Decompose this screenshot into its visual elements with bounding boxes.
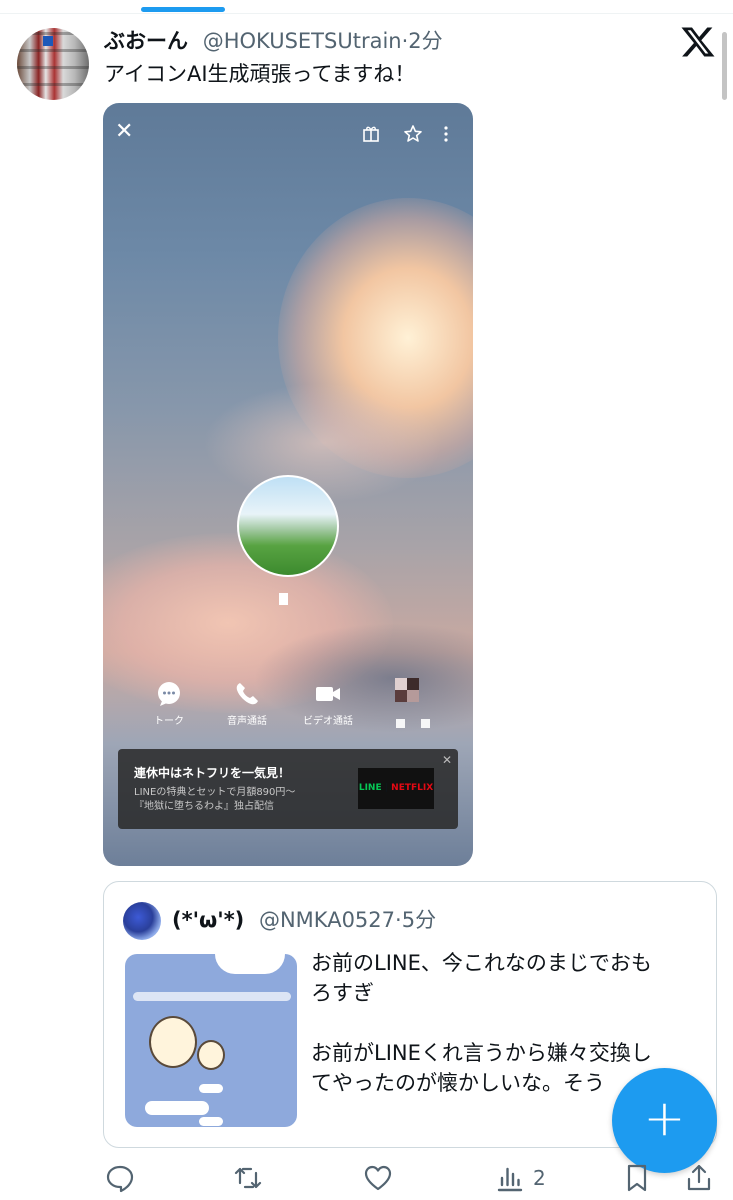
- ad-title: 連休中はネトフリを一気見！: [134, 766, 291, 780]
- quote-time: 5分: [401, 908, 437, 932]
- share-icon: [687, 1164, 711, 1191]
- train-sign: [43, 36, 53, 46]
- action-label: トーク: [154, 716, 184, 727]
- mosaic-label: [396, 719, 405, 728]
- sky-cloud: [203, 383, 443, 503]
- like-button[interactable]: [363, 1163, 393, 1193]
- profile-photo: [237, 475, 339, 577]
- ad-text: 『地獄に堕ちるわよ』独占配信: [134, 801, 274, 812]
- scrollbar[interactable]: [722, 32, 727, 100]
- profile-name-mosaic: [279, 593, 288, 605]
- reply-icon: [106, 1165, 134, 1193]
- talk-action: トーク: [129, 681, 209, 729]
- divider: [0, 13, 733, 14]
- tweet-action-bar: 2: [0, 1155, 733, 1200]
- phone-icon: [236, 683, 258, 705]
- chat-bubble-icon: [158, 682, 180, 706]
- repost-icon: [234, 1167, 262, 1189]
- close-icon: ✕: [115, 119, 134, 144]
- ad-text: LINEの特典とセットで月額890円〜: [134, 787, 296, 798]
- tweet-media-image[interactable]: ✕ トーク 音声通話 ビデオ通話 連休中はネトフリを一気見！ LINEの特典とセ…: [103, 103, 473, 866]
- tweet-author-line: ぶおーん @HOKUSETSUtrain·2分: [104, 26, 443, 56]
- views-button[interactable]: 2: [495, 1163, 546, 1193]
- mosaic-icon: [395, 678, 419, 702]
- views-count: 2: [533, 1166, 546, 1190]
- author-handle[interactable]: @HOKUSETSUtrain·2分: [203, 29, 443, 53]
- ad-banner: 連休中はネトフリを一気見！ LINEの特典とセットで月額890円〜 『地獄に堕ち…: [118, 749, 458, 829]
- gift-icon: [361, 124, 381, 147]
- author-name[interactable]: ぶおーん: [104, 29, 188, 53]
- tab-indicator: [141, 7, 225, 12]
- x-logo-icon[interactable]: [680, 24, 716, 60]
- quote-author-name: (*'ω'*): [172, 908, 245, 932]
- share-button[interactable]: [684, 1163, 714, 1193]
- star-icon: [403, 124, 423, 147]
- voice-call-action: 音声通話: [207, 681, 287, 729]
- quote-media-thumbnail: [125, 954, 297, 1127]
- quote-author-line: (*'ω'*) @NMKA0527·5分: [172, 905, 436, 935]
- views-icon: [497, 1167, 523, 1192]
- action-label: 音声通話: [227, 716, 267, 727]
- close-icon: ✕: [441, 753, 453, 767]
- quote-author-handle: @NMKA0527·5分: [258, 908, 437, 932]
- tweet-text: アイコンAI生成頑張ってますね！: [104, 62, 416, 86]
- bookmark-button[interactable]: [622, 1163, 652, 1193]
- video-call-action: ビデオ通話: [288, 681, 368, 729]
- mosaic-label: [421, 719, 430, 728]
- heart-icon: [364, 1165, 392, 1191]
- tweet-time: 2分: [408, 29, 443, 53]
- video-camera-icon: [316, 687, 340, 701]
- repost-button[interactable]: [233, 1163, 263, 1193]
- reply-button[interactable]: [105, 1163, 135, 1193]
- action-label: ビデオ通話: [303, 716, 353, 727]
- author-avatar[interactable]: [17, 28, 89, 100]
- bookmark-icon: [627, 1164, 647, 1192]
- line-netflix-logo: LINE | NETFLIX: [358, 768, 434, 809]
- more-vertical-icon: [441, 124, 451, 147]
- quote-author-avatar: [123, 902, 161, 940]
